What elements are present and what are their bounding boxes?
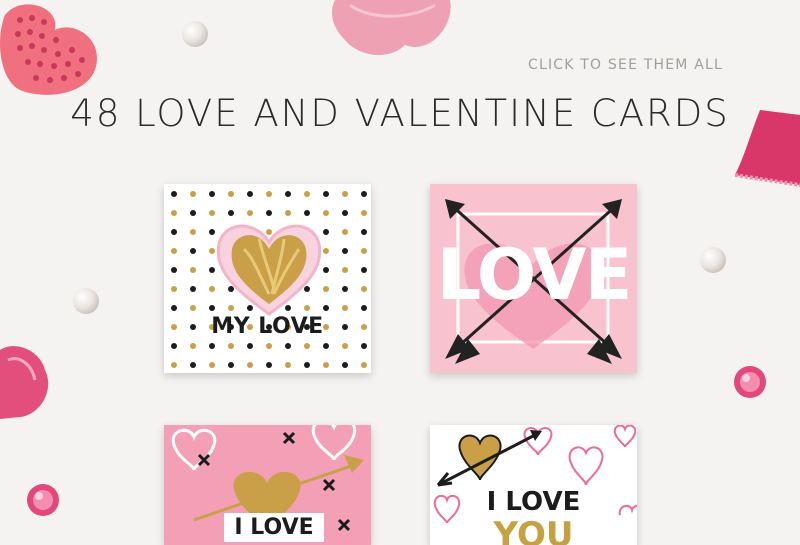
see-all-link[interactable]: CLICK TO SEE THEM ALL [528,57,723,73]
decorative-pink-gem [734,366,766,398]
card-text: I LOVE [224,513,324,542]
card-text: LOVE [436,234,633,316]
card-love-arrows[interactable]: LOVE [430,184,637,373]
decorative-pearl [182,21,208,47]
gold-heart-icon [216,224,322,316]
card-text-line1: I LOVE [486,487,581,517]
card-text: MY LOVE [211,314,324,339]
card-my-love[interactable]: MY LOVE [164,184,371,373]
card-i-love-you[interactable]: I LOVE YOU [430,425,637,545]
decorative-pearl [73,288,99,314]
decorative-pink-fabric-heart-top [332,0,451,56]
decorative-pink-gem [27,484,59,516]
decorative-felt-hearts-top-left [0,4,97,95]
card-i-love-pink[interactable]: I LOVE [164,425,371,545]
decorative-pearl [700,247,726,273]
decorative-pink-heart-left [0,346,49,419]
page-title: 48 LOVE AND VALENTINE CARDS [70,92,730,135]
card-text-line2: YOU [493,515,574,545]
